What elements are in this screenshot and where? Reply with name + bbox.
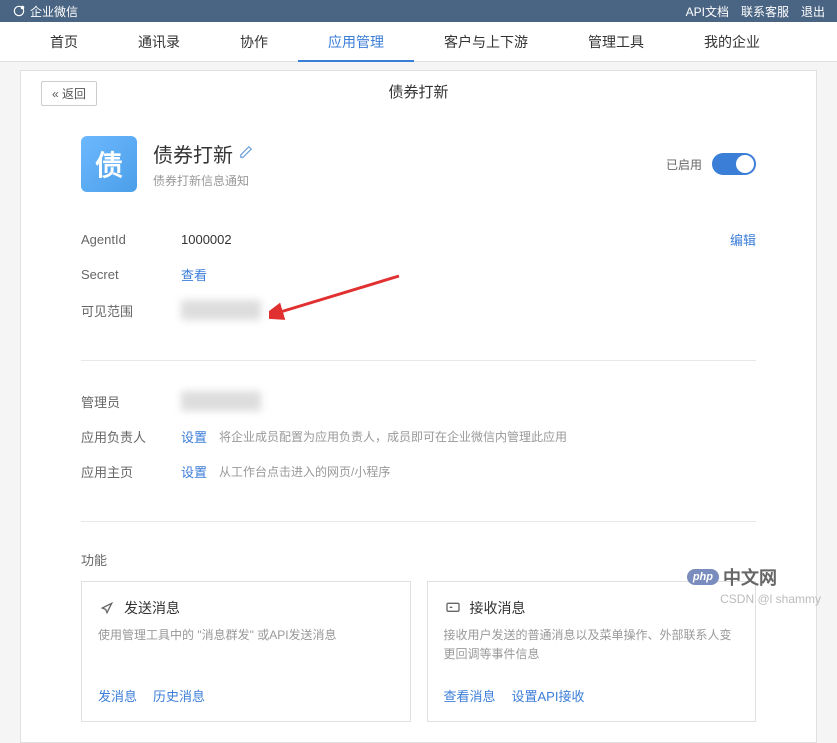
receive-card: 接收消息 接收用户发送的普通消息以及菜单操作、外部联系人变更回调等事件信息 查看… (427, 581, 757, 722)
topbar-links: API文档 联系客服 退出 (686, 3, 825, 20)
wecom-logo-icon (12, 4, 26, 18)
functions-heading: 功能 (21, 534, 816, 581)
nav-myorg[interactable]: 我的企业 (674, 22, 790, 62)
nav-home[interactable]: 首页 (20, 22, 108, 62)
send-action-send[interactable]: 发消息 (98, 686, 137, 705)
divider (81, 360, 756, 361)
nav-tools[interactable]: 管理工具 (558, 22, 674, 62)
admin-section: 管理员 应用负责人 设置 将企业成员配置为应用负责人，成员即可在企业微信内管理此… (21, 373, 816, 509)
send-title: 发送消息 (124, 598, 180, 618)
send-desc: 使用管理工具中的 "消息群发" 或API发送消息 (98, 626, 394, 666)
contact-link[interactable]: 联系客服 (741, 3, 789, 20)
api-doc-link[interactable]: API文档 (686, 3, 729, 20)
edit-agentid-link[interactable]: 编辑 (730, 230, 756, 249)
brand-text: 企业微信 (30, 3, 78, 20)
info-section: AgentId 1000002 编辑 Secret 查看 可见范围 (21, 212, 816, 348)
receive-title: 接收消息 (470, 598, 526, 618)
content: « 返回 债券打新 债 债券打新 债券打新信息通知 已启用 AgentId 10… (20, 70, 817, 743)
nav-customers[interactable]: 客户与上下游 (414, 22, 558, 62)
breadcrumb-row: « 返回 债券打新 (21, 71, 816, 116)
admin-value-redacted (181, 391, 261, 411)
app-name: 债券打新 (153, 139, 233, 168)
receive-desc: 接收用户发送的普通消息以及菜单操作、外部联系人变更回调等事件信息 (444, 626, 740, 666)
main-nav: 首页 通讯录 协作 应用管理 客户与上下游 管理工具 我的企业 (0, 22, 837, 62)
scope-value-redacted (181, 300, 261, 320)
function-cards: 发送消息 使用管理工具中的 "消息群发" 或API发送消息 发消息 历史消息 接… (21, 581, 816, 742)
home-hint: 从工作台点击进入的网页/小程序 (219, 463, 390, 480)
app-icon: 债 (81, 136, 137, 192)
edit-name-icon[interactable] (239, 145, 253, 162)
owner-set-link[interactable]: 设置 (181, 427, 207, 446)
nav-contacts[interactable]: 通讯录 (108, 22, 210, 62)
brand: 企业微信 (12, 3, 78, 20)
send-card: 发送消息 使用管理工具中的 "消息群发" 或API发送消息 发消息 历史消息 (81, 581, 411, 722)
home-set-link[interactable]: 设置 (181, 462, 207, 481)
nav-collab[interactable]: 协作 (210, 22, 298, 62)
page-title: 债券打新 (21, 81, 816, 102)
send-icon (98, 599, 116, 617)
admin-label: 管理员 (81, 392, 181, 411)
owner-label: 应用负责人 (81, 427, 181, 446)
back-button[interactable]: « 返回 (41, 81, 97, 106)
agentid-label: AgentId (81, 232, 181, 247)
send-action-history[interactable]: 历史消息 (153, 686, 205, 705)
scope-label: 可见范围 (81, 301, 181, 320)
app-desc: 债券打新信息通知 (153, 172, 253, 189)
nav-apps[interactable]: 应用管理 (298, 22, 414, 62)
receive-action-setapi[interactable]: 设置API接收 (512, 686, 585, 705)
logout-link[interactable]: 退出 (801, 3, 825, 20)
topbar: 企业微信 API文档 联系客服 退出 (0, 0, 837, 22)
enable-toggle[interactable] (712, 153, 756, 175)
secret-label: Secret (81, 267, 181, 282)
home-label: 应用主页 (81, 462, 181, 481)
secret-view-link[interactable]: 查看 (181, 265, 207, 284)
app-header: 债 债券打新 债券打新信息通知 已启用 (21, 116, 816, 212)
receive-action-view[interactable]: 查看消息 (444, 686, 496, 705)
agentid-value: 1000002 (181, 232, 232, 247)
receive-icon (444, 599, 462, 617)
owner-hint: 将企业成员配置为应用负责人，成员即可在企业微信内管理此应用 (219, 428, 567, 445)
divider (81, 521, 756, 522)
enabled-label: 已启用 (666, 156, 702, 173)
